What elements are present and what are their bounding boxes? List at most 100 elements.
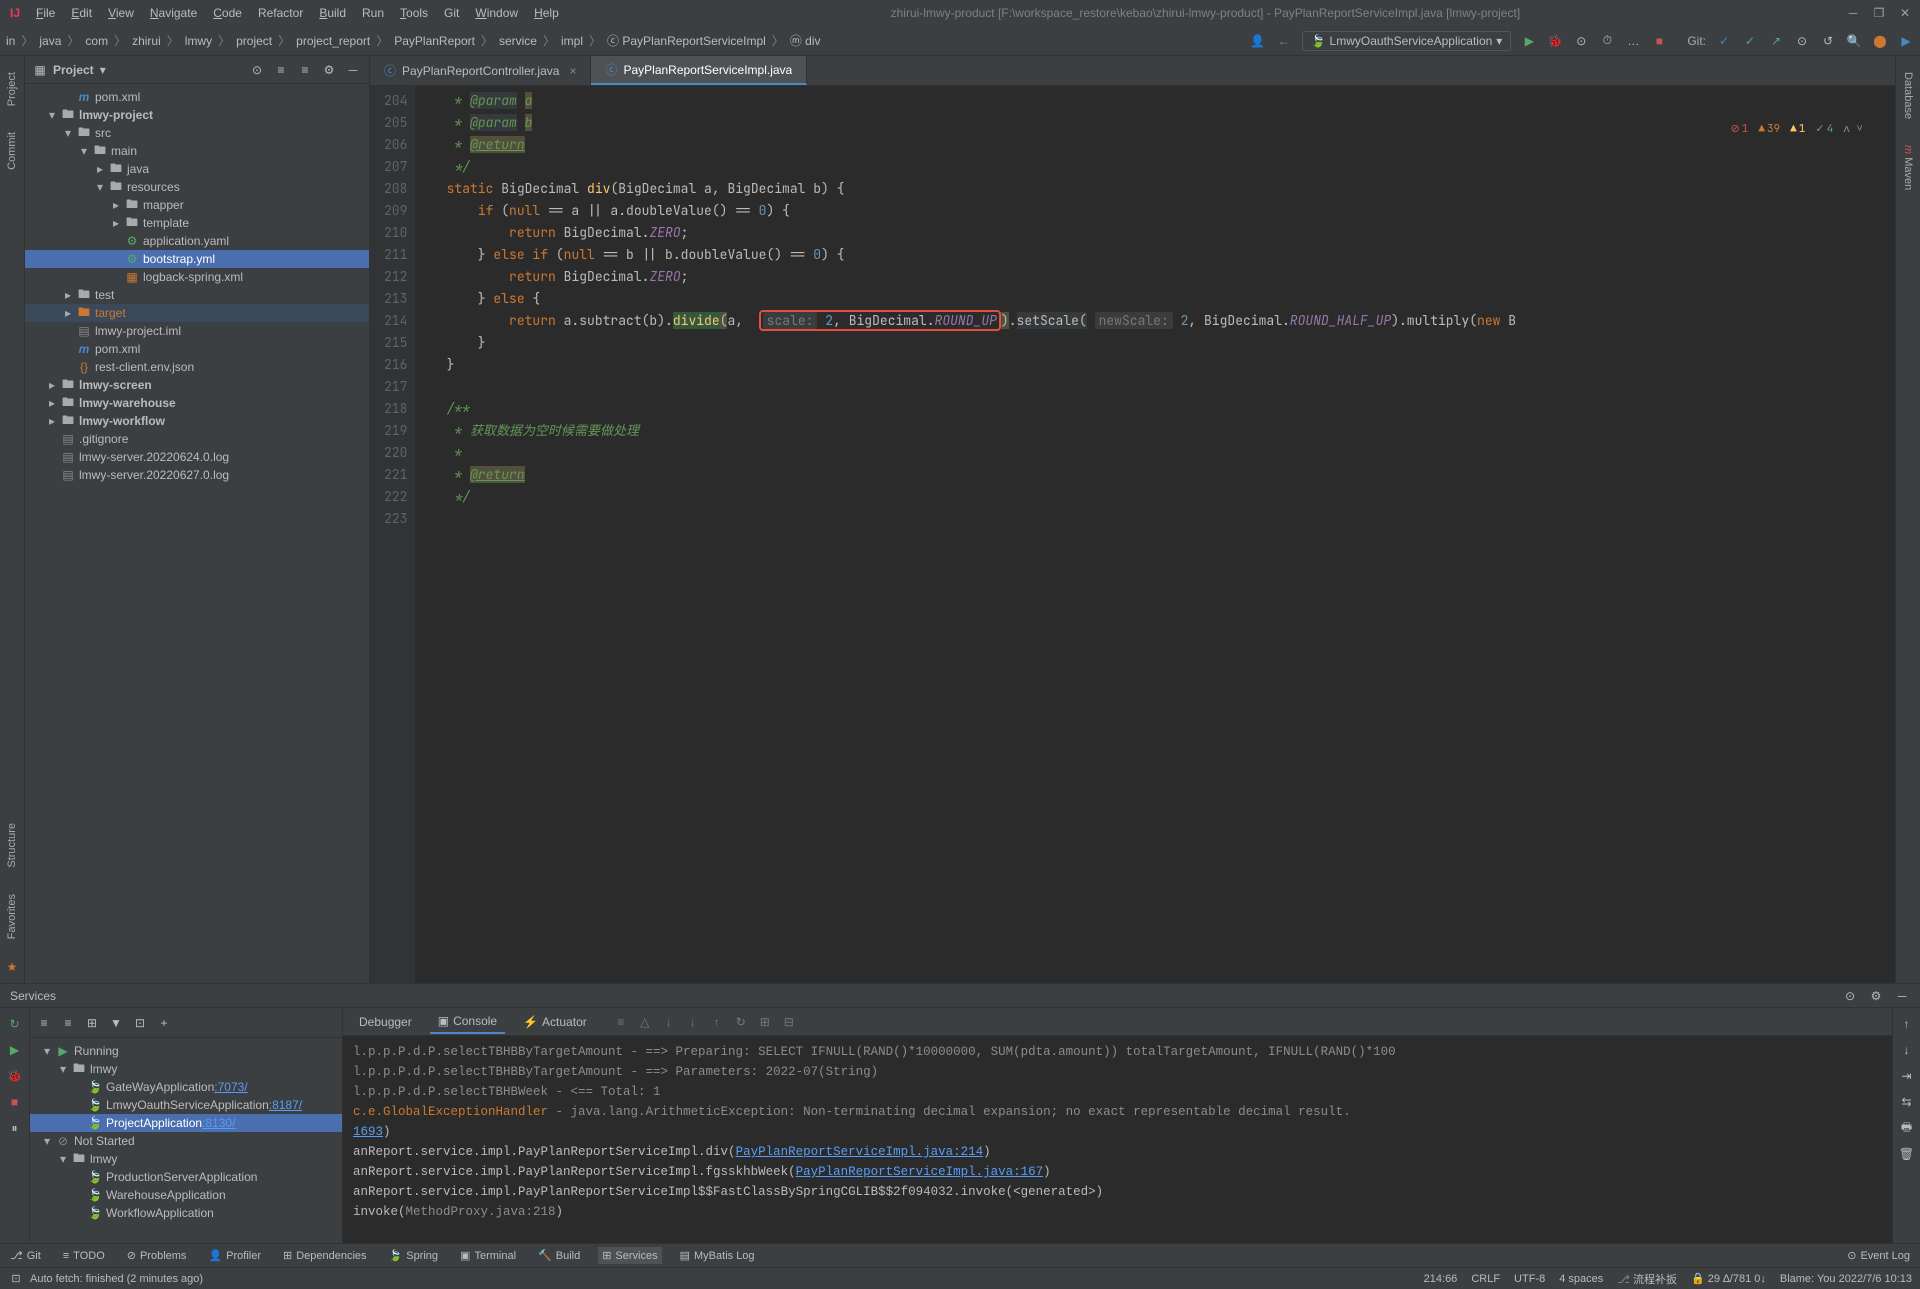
code-line[interactable]: [415, 376, 1516, 398]
services-gear-icon[interactable]: ⚙: [1868, 988, 1884, 1004]
event-log-tab[interactable]: ⊙Event Log: [1843, 1247, 1914, 1264]
service-item[interactable]: 🍃GateWayApplication :7073/: [30, 1078, 342, 1096]
line-number[interactable]: 215: [384, 332, 407, 354]
line-number[interactable]: 220: [384, 442, 407, 464]
tree-item[interactable]: ▾🖿src: [25, 124, 369, 142]
avatar-icon[interactable]: ▶: [1898, 33, 1914, 49]
dropdown-icon[interactable]: ▾: [100, 63, 106, 77]
bottom-tab-spring[interactable]: 🍃Spring: [385, 1247, 443, 1264]
bottom-tab-mybatis-log[interactable]: ▤MyBatis Log: [676, 1247, 759, 1264]
console-line[interactable]: l.p.p.P.d.P.selectTBHBWeek - <== Total: …: [353, 1082, 1882, 1102]
code-line[interactable]: * @return: [415, 464, 1516, 486]
editor-tab[interactable]: ⓒPayPlanReportController.java×: [370, 56, 591, 85]
breadcrumb-item[interactable]: com: [85, 34, 108, 48]
service-item[interactable]: 🍃LmwyOauthServiceApplication :8187/: [30, 1096, 342, 1114]
menu-code[interactable]: Code: [207, 4, 248, 22]
coverage-icon[interactable]: ⊙: [1573, 33, 1589, 49]
service-item[interactable]: ▾🖿lmwy: [30, 1060, 342, 1078]
bookmark-icon[interactable]: ★: [4, 959, 20, 975]
tab-console[interactable]: ▣Console: [430, 1010, 505, 1034]
menu-tools[interactable]: Tools: [394, 4, 434, 22]
tree-item[interactable]: ▦logback-spring.xml: [25, 268, 369, 286]
code-line[interactable]: }: [415, 332, 1516, 354]
console-ico-4[interactable]: ↓: [685, 1014, 701, 1030]
code-line[interactable]: * @param a: [415, 90, 1516, 112]
service-item[interactable]: 🍃ProjectApplication :8130/: [30, 1114, 342, 1132]
console-ico-2[interactable]: △: [637, 1014, 653, 1030]
ide-updates-icon[interactable]: ⬤: [1872, 33, 1888, 49]
settings-icon[interactable]: ⚙: [321, 62, 337, 78]
services-run-icon[interactable]: ▶: [7, 1042, 23, 1058]
tree-item[interactable]: ⚙application.yaml: [25, 232, 369, 250]
code-line[interactable]: return BigDecimal.ZERO;: [415, 222, 1516, 244]
tree-item[interactable]: ▤lmwy-server.20220624.0.log: [25, 448, 369, 466]
console-line[interactable]: l.p.p.P.d.P.selectTBHBByTargetAmount - =…: [353, 1042, 1882, 1062]
bottom-tab-problems[interactable]: ⊘Problems: [123, 1247, 191, 1264]
console-line[interactable]: l.p.p.P.d.P.selectTBHBByTargetAmount - =…: [353, 1062, 1882, 1082]
line-number[interactable]: 209: [384, 200, 407, 222]
line-number[interactable]: 210: [384, 222, 407, 244]
tree-item[interactable]: ▤lmwy-server.20220627.0.log: [25, 466, 369, 484]
tab-actuator[interactable]: ⚡Actuator: [515, 1011, 595, 1033]
breadcrumb-item[interactable]: project: [236, 34, 272, 48]
line-number[interactable]: 217: [384, 376, 407, 398]
tree-item[interactable]: {}rest-client.env.json: [25, 358, 369, 376]
tree-item[interactable]: mpom.xml: [25, 340, 369, 358]
code-line[interactable]: return BigDecimal.ZERO;: [415, 266, 1516, 288]
tb-icon-1[interactable]: ≡: [36, 1015, 52, 1031]
services-hide-icon[interactable]: ─: [1894, 988, 1910, 1004]
tree-item[interactable]: ▸🖿mapper: [25, 196, 369, 214]
tree-item[interactable]: ▸🖿lmwy-warehouse: [25, 394, 369, 412]
console-ico-3[interactable]: ↓: [661, 1014, 677, 1030]
add-icon[interactable]: +: [156, 1015, 172, 1031]
code-line[interactable]: static BigDecimal div(BigDecimal a, BigD…: [415, 178, 1516, 200]
menu-refactor[interactable]: Refactor: [252, 4, 309, 22]
cr-icon-1[interactable]: ↑: [1899, 1016, 1915, 1032]
console-ico-8[interactable]: ⊟: [781, 1014, 797, 1030]
tree-item[interactable]: ▾🖿lmwy-project: [25, 106, 369, 124]
select-opened-icon[interactable]: ⊙: [249, 62, 265, 78]
code-line[interactable]: [415, 508, 1516, 530]
line-separator[interactable]: CRLF: [1471, 1273, 1500, 1285]
line-number[interactable]: 219: [384, 420, 407, 442]
filter-icon[interactable]: ▼: [108, 1015, 124, 1031]
bottom-tab-todo[interactable]: ≡TODO: [59, 1248, 109, 1264]
services-stop-icon[interactable]: ■: [7, 1094, 23, 1110]
line-number[interactable]: 218: [384, 398, 407, 420]
tab-debugger[interactable]: Debugger: [351, 1011, 420, 1033]
tree-item[interactable]: mpom.xml: [25, 88, 369, 106]
line-number[interactable]: 222: [384, 486, 407, 508]
cr-icon-2[interactable]: ↓: [1899, 1042, 1915, 1058]
line-number[interactable]: 205: [384, 112, 407, 134]
tool-favorites[interactable]: Favorites: [6, 888, 18, 945]
tree-item[interactable]: ▸🖿lmwy-screen: [25, 376, 369, 394]
line-number[interactable]: 208: [384, 178, 407, 200]
bottom-tab-build[interactable]: 🔨Build: [534, 1247, 584, 1264]
line-number[interactable]: 207: [384, 156, 407, 178]
console-line[interactable]: anReport.service.impl.PayPlanReportServi…: [353, 1182, 1882, 1202]
breadcrumb-item[interactable]: impl: [561, 34, 583, 48]
collapse-all-icon[interactable]: ≡: [297, 62, 313, 78]
code-line[interactable]: } else if (null == b || b.doubleValue() …: [415, 244, 1516, 266]
menu-edit[interactable]: Edit: [65, 4, 98, 22]
code-line[interactable]: * @param b: [415, 112, 1516, 134]
service-item[interactable]: 🍃WorkflowApplication: [30, 1204, 342, 1222]
caret-position[interactable]: 214:66: [1424, 1273, 1458, 1285]
console-line[interactable]: c.e.GlobalExceptionHandler - java.lang.A…: [353, 1102, 1882, 1122]
memory-indicator[interactable]: 🔒 29 ∆/781 0↓: [1691, 1272, 1766, 1285]
file-encoding[interactable]: UTF-8: [1514, 1273, 1545, 1285]
git-update-icon[interactable]: ✓: [1716, 33, 1732, 49]
tb-icon-2[interactable]: ≡: [60, 1015, 76, 1031]
search-icon[interactable]: 🔍: [1846, 33, 1862, 49]
tool-commit[interactable]: Commit: [6, 126, 18, 176]
indent-info[interactable]: 4 spaces: [1559, 1273, 1603, 1285]
console-ico-1[interactable]: ≡: [613, 1014, 629, 1030]
breadcrumb-item[interactable]: lmwy: [185, 34, 212, 48]
console-line[interactable]: anReport.service.impl.PayPlanReportServi…: [353, 1162, 1882, 1182]
profile-icon[interactable]: ⏱: [1599, 33, 1615, 49]
code-line[interactable]: */: [415, 486, 1516, 508]
breadcrumb-item[interactable]: zhirui: [132, 34, 161, 48]
pause-icon[interactable]: ⏸: [7, 1120, 23, 1136]
minimize-button[interactable]: ─: [1846, 6, 1860, 20]
tool-project[interactable]: Project: [6, 66, 18, 112]
